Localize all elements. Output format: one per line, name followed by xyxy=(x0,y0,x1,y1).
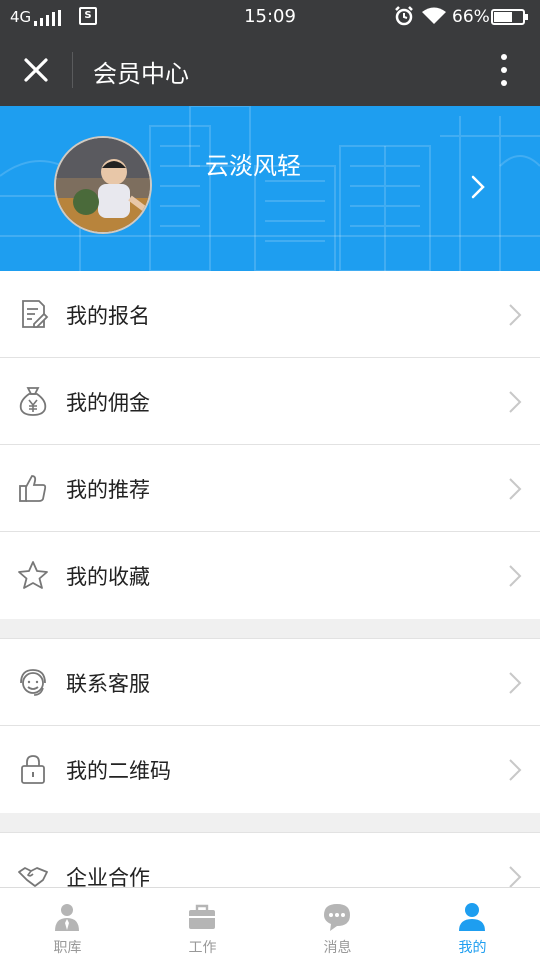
username: 云淡风轻 xyxy=(205,152,301,180)
tab-mine[interactable]: 我的 xyxy=(405,888,540,960)
page-title: 会员中心 xyxy=(93,60,189,88)
menu-label: 我的佣金 xyxy=(66,391,150,415)
thumbs-up-icon xyxy=(19,475,47,502)
profile-header[interactable]: 云淡风轻 xyxy=(0,106,540,271)
chevron-right-icon xyxy=(509,866,522,887)
avatar[interactable] xyxy=(54,136,152,234)
person-icon xyxy=(459,903,485,931)
customer-service-icon xyxy=(20,669,46,696)
menu-label: 我的收藏 xyxy=(66,565,150,589)
menu-group-service: 联系客服 我的二维码 xyxy=(0,638,540,813)
tab-label: 我的 xyxy=(458,940,487,956)
chevron-right-icon xyxy=(509,304,522,326)
menu-item-favorites[interactable]: 我的收藏 xyxy=(0,532,540,619)
menu-item-commission[interactable]: 我的佣金 xyxy=(0,358,540,445)
person-tie-icon xyxy=(55,904,79,931)
menu-label: 企业合作 xyxy=(66,866,150,887)
status-bar: 4G S 15:09 66% xyxy=(0,0,540,34)
title-divider xyxy=(72,52,73,88)
chevron-right-icon xyxy=(509,391,522,413)
tab-label: 工作 xyxy=(188,940,217,956)
wifi-icon xyxy=(422,7,446,24)
tab-talent-pool[interactable]: 职库 xyxy=(0,888,135,960)
battery-percent: 66% xyxy=(452,7,490,27)
menu-group-business: 企业合作 xyxy=(0,832,540,887)
menu-label: 我的推荐 xyxy=(66,478,150,502)
chevron-right-icon xyxy=(509,672,522,694)
chat-bubble-icon xyxy=(324,904,350,931)
menu-label: 联系客服 xyxy=(66,672,150,696)
money-bag-icon xyxy=(19,387,47,416)
briefcase-icon xyxy=(189,904,215,929)
chevron-right-icon xyxy=(509,478,522,500)
alarm-icon xyxy=(395,6,413,26)
menu-item-enterprise-cooperation[interactable]: 企业合作 xyxy=(0,833,540,887)
menu-label: 我的报名 xyxy=(66,304,150,328)
menu-group-main: 我的报名 我的佣金 我的推荐 我的收藏 xyxy=(0,271,540,619)
menu-item-signup[interactable]: 我的报名 xyxy=(0,271,540,358)
menu-item-customer-service[interactable]: 联系客服 xyxy=(0,639,540,726)
star-icon xyxy=(18,561,48,589)
menu-item-referral[interactable]: 我的推荐 xyxy=(0,445,540,532)
tab-label: 消息 xyxy=(323,940,352,956)
chevron-right-icon xyxy=(509,759,522,781)
menu-label: 我的二维码 xyxy=(66,759,171,783)
lock-icon xyxy=(21,755,45,784)
close-icon[interactable] xyxy=(18,52,54,88)
chevron-right-icon xyxy=(509,565,522,587)
signup-form-icon xyxy=(22,300,49,328)
title-bar: 会员中心 xyxy=(0,34,540,106)
menu-item-qrcode[interactable]: 我的二维码 xyxy=(0,726,540,813)
tab-messages[interactable]: 消息 xyxy=(270,888,405,960)
chevron-right-icon[interactable] xyxy=(468,174,488,200)
tab-label: 职库 xyxy=(53,940,82,956)
handshake-icon xyxy=(18,867,48,887)
bottom-tab-bar: 职库 工作 消息 我的 xyxy=(0,887,540,960)
more-vertical-icon[interactable] xyxy=(494,52,514,88)
battery-icon xyxy=(491,9,528,25)
tab-work[interactable]: 工作 xyxy=(135,888,270,960)
